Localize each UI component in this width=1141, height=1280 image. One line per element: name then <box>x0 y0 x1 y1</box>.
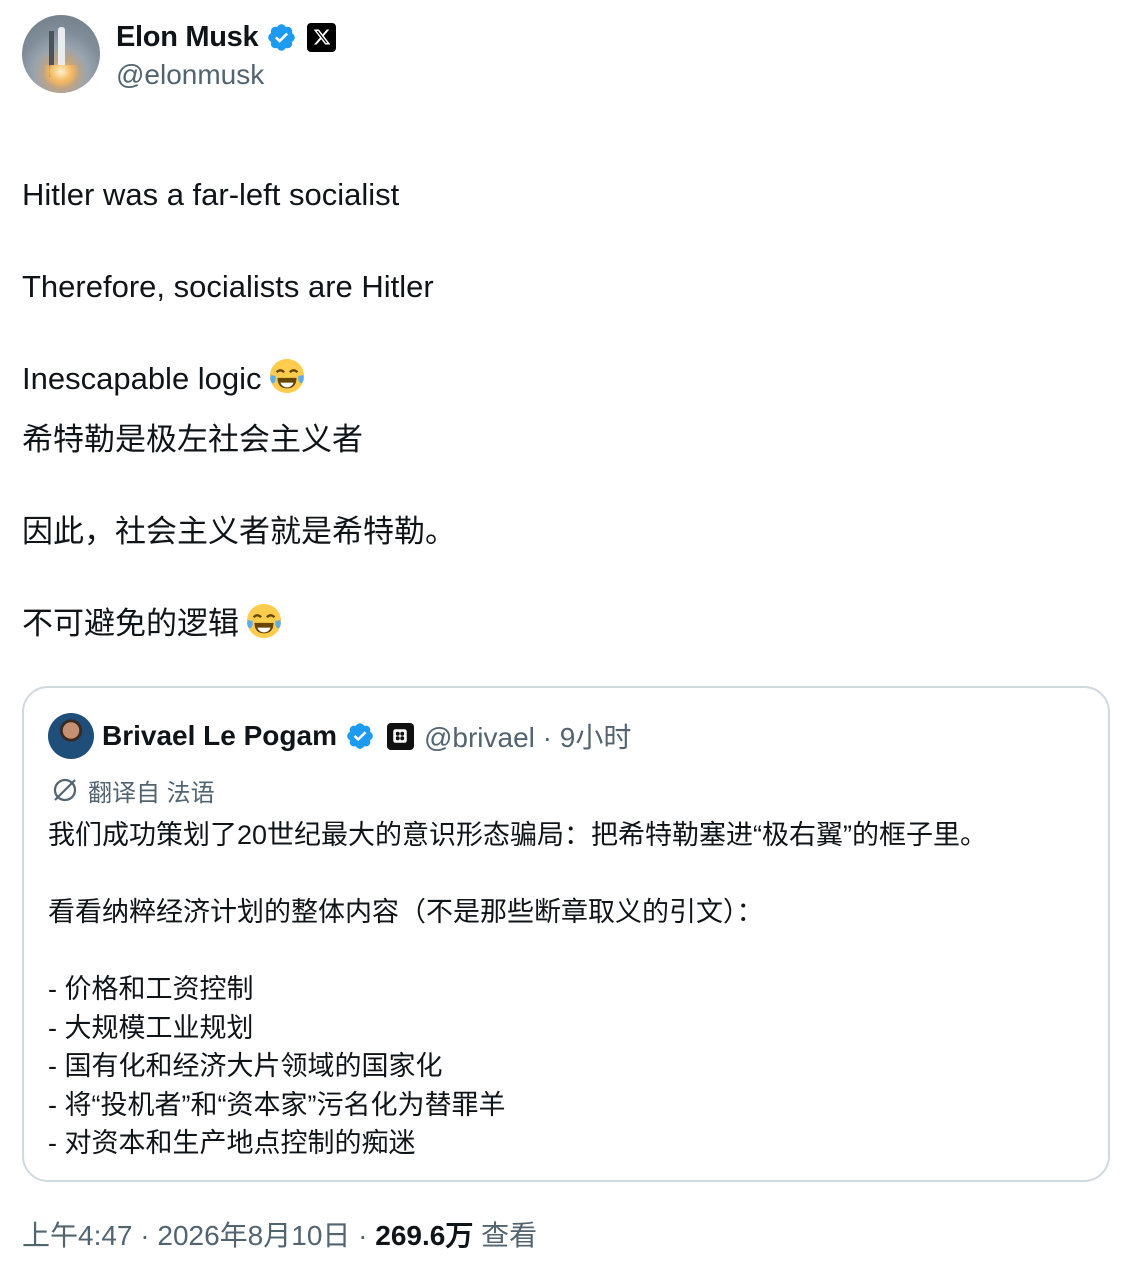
rocket-plume <box>44 65 78 87</box>
translation-label: 翻译自 法语 <box>88 779 215 807</box>
affiliation-badge-icon[interactable] <box>386 722 414 750</box>
quoted-tweet-text: 我们成功策划了20世纪最大的意识形态骗局：把希特勒塞进“极右翼”的框子里。 看看… <box>48 816 987 1163</box>
tweet-text: Hitler was a far-left socialist Therefor… <box>22 172 456 647</box>
quoted-line: 我们成功策划了20世纪最大的意识形态骗局：把希特勒塞进“极右翼”的框子里。 <box>48 820 988 850</box>
tweet-line: Therefore, socialists are Hitler <box>22 269 434 304</box>
tweet-header: Elon Musk @elonmusk <box>22 14 337 94</box>
views-count: 269.6万 <box>375 1220 474 1251</box>
x-logo-icon[interactable] <box>307 22 337 52</box>
author-avatar[interactable] <box>22 15 100 93</box>
tweet-line: Inescapable logic <box>22 356 456 417</box>
author-handle[interactable]: @elonmusk <box>116 59 336 91</box>
views-label: 查看 <box>473 1220 538 1251</box>
quoted-author-handle-time[interactable]: @brivael · 9小时 <box>424 716 631 756</box>
quoted-list-item: - 对资本和生产地点控制的痴迷 <box>48 1128 416 1158</box>
tweet-line: Hitler was a far-left socialist <box>22 177 400 212</box>
translation-indicator[interactable]: 翻译自 法语 <box>50 772 215 808</box>
verified-badge-icon[interactable] <box>266 22 297 53</box>
quoted-list-item: - 价格和工资控制 <box>48 974 254 1004</box>
quoted-list-item: - 国有化和经济大片领域的国家化 <box>48 1051 443 1081</box>
quoted-tweet-header: Brivael Le Pogam @brivael · 9小时 <box>48 712 631 760</box>
quoted-list-item: - 将“投机者”和“资本家”污名化为替罪羊 <box>48 1089 506 1120</box>
quoted-tweet-card[interactable]: Brivael Le Pogam @brivael · 9小时 翻译自 法语 我… <box>22 686 1110 1182</box>
quoted-author-display-name[interactable]: Brivael Le Pogam <box>102 720 337 752</box>
face-with-tears-of-joy-icon <box>269 358 304 394</box>
translate-icon <box>53 778 77 802</box>
quoted-line: 看看纳粹经济计划的整体内容（不是那些断章取义的引文）： <box>48 897 764 927</box>
face-with-tears-of-joy-icon <box>246 603 282 639</box>
author-info: Elon Musk @elonmusk <box>116 17 337 91</box>
rocket <box>58 27 65 69</box>
tweet-line: 因此，社会主义者就是希特勒。 <box>22 514 456 549</box>
verified-badge-icon[interactable] <box>345 721 375 751</box>
tweet-line: 不可避免的逻辑 <box>22 601 456 647</box>
tweet-line: 希特勒是极左社会主义者 <box>22 422 363 457</box>
quoted-author-avatar[interactable] <box>48 713 94 759</box>
author-display-name[interactable]: Elon Musk <box>116 21 259 54</box>
quoted-list-item: - 大规模工业规划 <box>48 1012 254 1043</box>
tweet-timestamp[interactable]: 上午4:47 · 2026年8月10日 · <box>22 1220 375 1251</box>
tweet-meta: 上午4:47 · 2026年8月10日 · 269.6万 查看 <box>22 1214 537 1254</box>
author-name-row: Elon Musk <box>116 17 337 57</box>
